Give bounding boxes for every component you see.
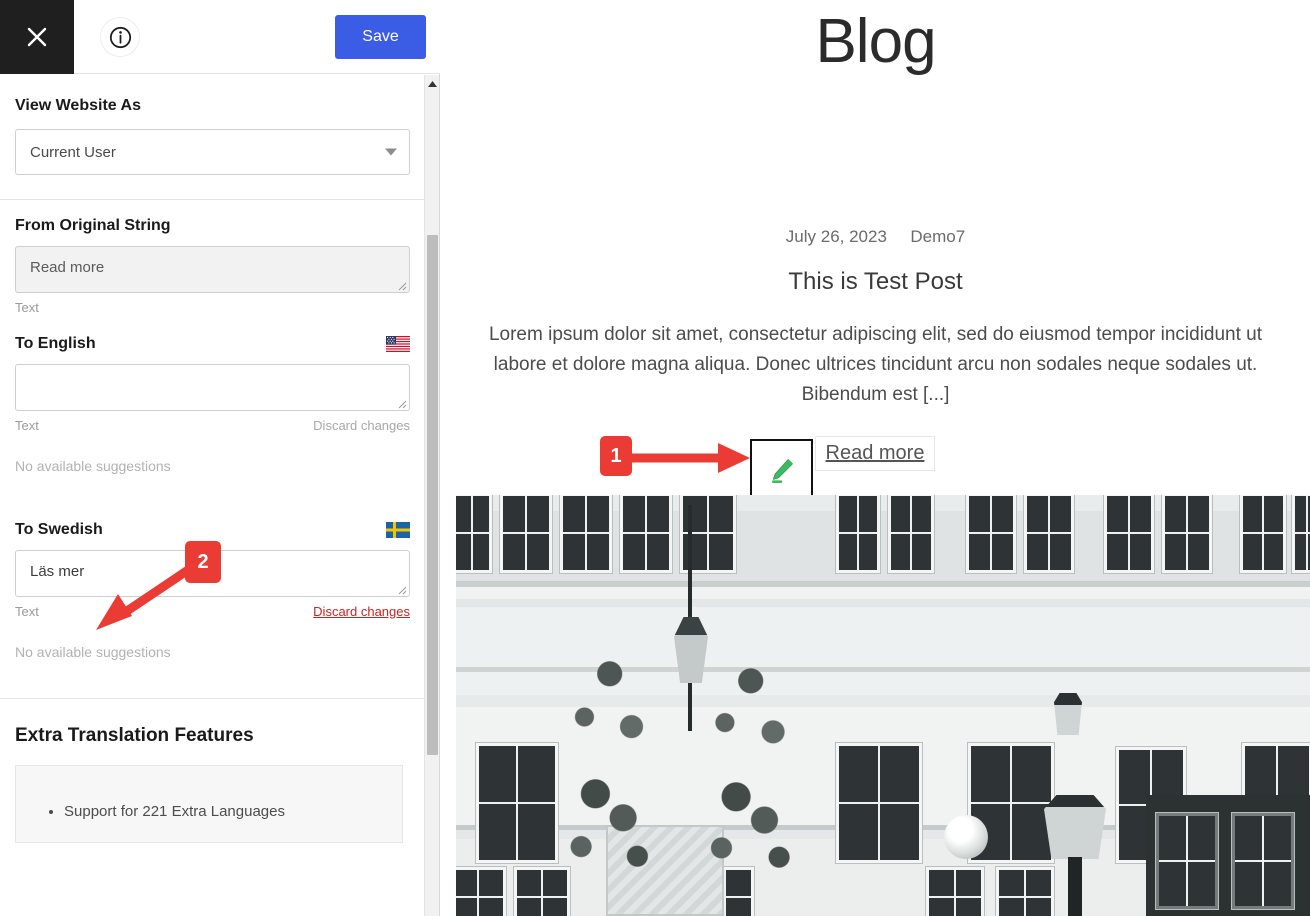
resize-grip-icon[interactable] xyxy=(395,583,407,595)
post-featured-image xyxy=(456,495,1310,916)
post-excerpt: Lorem ipsum dolor sit amet, consectetur … xyxy=(488,324,1263,405)
post-title[interactable]: This is Test Post xyxy=(441,268,1310,296)
swedish-head: To Swedish xyxy=(15,521,410,539)
screen-root: Save View Website As Current User From O… xyxy=(0,0,1310,916)
swedish-label: To Swedish xyxy=(15,521,103,538)
english-discard-changes-link[interactable]: Discard changes xyxy=(313,418,410,433)
resize-grip-icon[interactable] xyxy=(395,397,407,409)
editor-scroll-viewport: View Website As Current User From Origin… xyxy=(0,75,425,916)
pencil-edit-icon[interactable] xyxy=(750,439,813,502)
read-more-label: Read more xyxy=(825,442,925,465)
view-as-selected-value: Current User xyxy=(30,143,116,161)
view-website-as-label: View Website As xyxy=(15,97,141,114)
english-string-type: Text xyxy=(15,418,39,433)
resize-grip-icon[interactable] xyxy=(395,279,407,291)
extra-features-list: Support for 221 Extra Languages xyxy=(16,800,402,824)
english-translation-textarea[interactable] xyxy=(15,364,410,411)
english-head: To English xyxy=(15,335,410,353)
original-string-section: From Original String Read more Text xyxy=(0,200,425,315)
original-string-head: From Original String xyxy=(15,217,410,235)
post-date: July 26, 2023 xyxy=(785,227,887,246)
list-item: Support for 221 Extra Languages xyxy=(64,800,402,824)
read-more-link[interactable]: Read more xyxy=(815,436,935,472)
original-string-textarea[interactable]: Read more xyxy=(15,246,410,293)
swedish-no-suggestions: No available suggestions xyxy=(15,644,171,660)
english-label: To English xyxy=(15,335,96,352)
original-string-meta-row: Text xyxy=(15,300,410,315)
post-author[interactable]: Demo7 xyxy=(910,227,965,246)
view-website-as-section: View Website As Current User xyxy=(0,75,425,199)
swedish-discard-changes-link[interactable]: Discard changes xyxy=(313,604,410,619)
english-meta-row: Text Discard changes xyxy=(15,418,410,433)
page-title: Blog xyxy=(815,7,936,76)
save-button[interactable]: Save xyxy=(335,15,426,59)
editor-scrollbar[interactable] xyxy=(424,75,439,916)
close-icon[interactable] xyxy=(0,0,74,74)
scrollbar-thumb[interactable] xyxy=(427,235,438,755)
swedish-meta-row: Text Discard changes xyxy=(15,604,410,619)
editor-topbar: Save xyxy=(0,0,440,74)
swedish-translation-value: Läs mer xyxy=(30,563,85,580)
english-translation-section: To English Text Discard changes No avail… xyxy=(0,315,425,474)
flag-us-icon xyxy=(386,336,410,352)
swedish-string-type: Text xyxy=(15,604,39,619)
info-icon[interactable] xyxy=(100,17,140,57)
view-as-select[interactable]: Current User xyxy=(15,129,410,175)
website-preview: Blog July 26, 2023 Demo7 This is Test Po… xyxy=(441,0,1310,916)
annotation-badge-2: 2 xyxy=(185,541,221,583)
original-string-value: Read more xyxy=(30,259,105,276)
scroll-up-arrow-icon[interactable] xyxy=(427,79,438,89)
english-no-suggestions: No available suggestions xyxy=(15,458,171,474)
post-meta: July 26, 2023 Demo7 xyxy=(441,227,1310,247)
translation-editor-panel: Save View Website As Current User From O… xyxy=(0,0,440,916)
original-string-label: From Original String xyxy=(15,217,171,234)
chevron-down-icon xyxy=(385,148,397,156)
flag-se-icon xyxy=(386,522,410,538)
annotation-badge-1: 1 xyxy=(600,436,632,476)
extra-features-box: Support for 221 Extra Languages xyxy=(15,765,403,843)
extra-features-title: Extra Translation Features xyxy=(15,725,254,746)
original-string-type: Text xyxy=(15,300,39,315)
extra-translation-features-section: Extra Translation Features Support for 2… xyxy=(0,699,425,843)
